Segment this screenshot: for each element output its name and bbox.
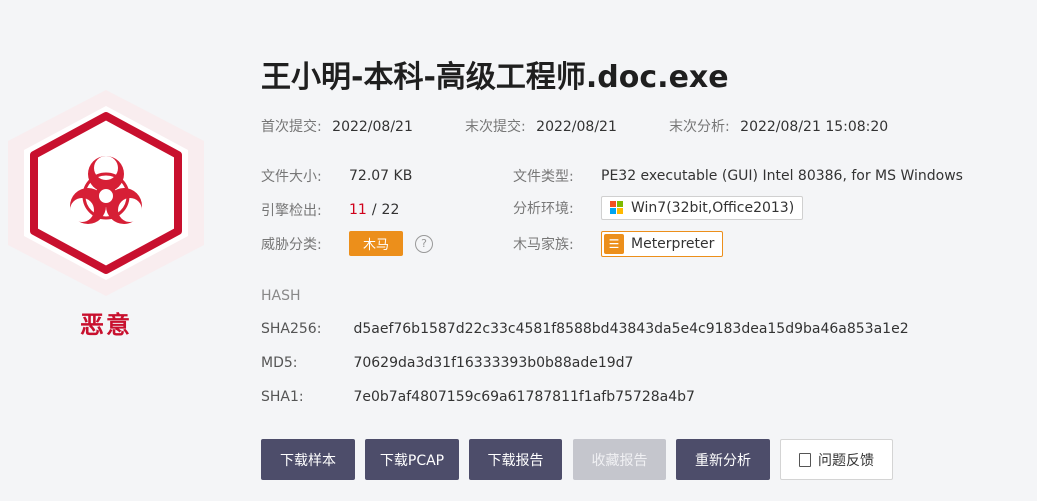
file-type-value: PE32 executable (GUI) Intel 80386, for M… <box>601 168 963 184</box>
verdict-badge <box>0 88 212 298</box>
last-submit-value: 2022/08/21 <box>536 119 617 135</box>
sha256-value[interactable]: d5aef76b1587d22c33c4581f8588bd43843da5e4… <box>353 321 908 337</box>
md5-row: MD5: 70629da3d31f16333393b0b88ade19d7 <box>261 355 633 371</box>
favorite-report-button[interactable]: 收藏报告 <box>573 439 666 480</box>
sha1-row: SHA1: 7e0b7af4807159c69a61787811f1afb757… <box>261 389 695 405</box>
report-panel: 恶意 王小明-本科-高级工程师.doc.exe 首次提交: 2022/08/21… <box>0 0 1037 501</box>
md5-label: MD5: <box>261 355 298 371</box>
last-analysis: 末次分析: 2022/08/21 15:08:20 <box>669 116 888 136</box>
md5-value[interactable]: 70629da3d31f16333393b0b88ade19d7 <box>353 355 633 371</box>
feedback-button[interactable]: 问题反馈 <box>780 439 893 480</box>
engine-separator: / <box>371 202 377 218</box>
help-circle-icon[interactable]: ? <box>415 234 434 253</box>
env-label: 分析环境: <box>513 201 574 217</box>
windows-logo-icon <box>610 201 623 214</box>
threat-label: 威胁分类: <box>261 236 322 253</box>
engine-detection-field: 引擎检出: 11 / 22 <box>261 200 399 220</box>
layers-icon: ☰ <box>604 234 624 254</box>
engine-label: 引擎检出: <box>261 203 322 219</box>
family-tag[interactable]: ☰ Meterpreter <box>601 231 724 257</box>
reanalyze-button[interactable]: 重新分析 <box>676 439 770 480</box>
sha1-label: SHA1: <box>261 389 304 405</box>
sha256-row: SHA256: d5aef76b1587d22c33c4581f8588bd43… <box>261 321 909 337</box>
sha1-value[interactable]: 7e0b7af4807159c69a61787811f1afb75728a4b7 <box>353 389 694 405</box>
last-analysis-value: 2022/08/21 15:08:20 <box>740 119 889 135</box>
file-size-label: 文件大小: <box>261 169 322 185</box>
last-submit-label: 末次提交: <box>465 119 526 135</box>
threat-tag[interactable]: 木马 <box>349 231 404 256</box>
download-pcap-button[interactable]: 下载PCAP <box>365 439 459 480</box>
last-submit: 末次提交: 2022/08/21 <box>465 116 617 136</box>
env-value: Win7(32bit,Office2013) <box>631 200 795 216</box>
first-submit: 首次提交: 2022/08/21 <box>261 116 413 136</box>
download-sample-button[interactable]: 下载样本 <box>261 439 355 480</box>
threat-category-field: 威胁分类: 木马 ? <box>261 231 434 256</box>
feedback-label: 问题反馈 <box>818 452 874 469</box>
file-type-field: 文件类型: PE32 executable (GUI) Intel 80386,… <box>513 166 963 186</box>
feedback-doc-icon <box>799 452 811 467</box>
last-analysis-label: 末次分析: <box>669 119 730 135</box>
engine-detected-count: 11 <box>349 202 367 218</box>
env-tag[interactable]: Win7(32bit,Office2013) <box>601 196 804 220</box>
file-name-title: 王小明-本科-高级工程师.doc.exe <box>261 60 729 95</box>
file-size-value: 72.07 KB <box>349 168 413 184</box>
family-value: Meterpreter <box>631 236 715 252</box>
family-label: 木马家族: <box>513 237 574 253</box>
trojan-family-field: 木马家族: ☰ Meterpreter <box>513 231 724 257</box>
first-submit-label: 首次提交: <box>261 119 322 135</box>
first-submit-value: 2022/08/21 <box>332 119 413 135</box>
biohazard-hexagon-icon <box>8 90 204 296</box>
analysis-env-field: 分析环境: Win7(32bit,Office2013) <box>513 196 804 220</box>
verdict-label: 恶意 <box>80 311 132 339</box>
hash-heading: HASH <box>261 288 301 304</box>
download-report-button[interactable]: 下载报告 <box>469 439 562 480</box>
engine-total-count: 22 <box>381 202 400 218</box>
sha256-label: SHA256: <box>261 321 322 337</box>
file-type-label: 文件类型: <box>513 169 574 185</box>
file-size-field: 文件大小: 72.07 KB <box>261 166 412 186</box>
